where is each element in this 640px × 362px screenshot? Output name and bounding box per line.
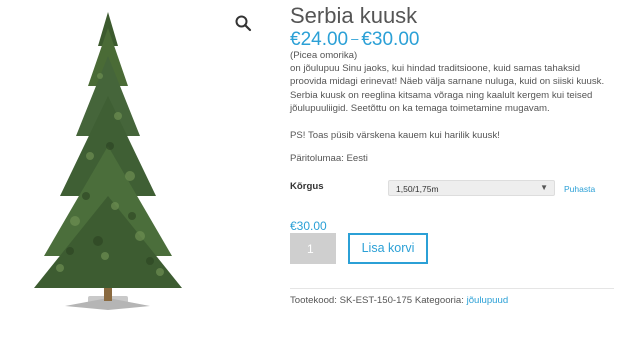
category-link[interactable]: jõulupuud [467, 295, 509, 306]
product-gallery [0, 0, 270, 362]
price-range: €24.00– €30.00 [290, 29, 419, 51]
price-max: €30.00 [361, 29, 420, 50]
product-meta: Tootekood: SK-EST-150-175 Kategooria: jõ… [290, 295, 508, 306]
origin-text: Päritolumaa: Eesti [290, 153, 368, 164]
sku-value: SK-EST-150-175 [339, 295, 413, 306]
description-text: on jõulupuu Sinu jaoks, kui hindad tradi… [290, 63, 605, 114]
variation-label: Kõrgus [290, 181, 324, 192]
sku-label: Tootekood: [290, 295, 337, 306]
add-to-cart-button[interactable]: Lisa korvi [348, 233, 428, 264]
quantity-input[interactable]: 1 [290, 233, 336, 264]
selected-price: €30.00 [290, 219, 327, 233]
price-separator: – [351, 31, 359, 46]
latin-name: (Picea omorika) [290, 50, 358, 61]
category-label: Kategooria: [414, 295, 464, 306]
freshness-note: PS! Toas püsib värskena kauem kui harili… [290, 130, 500, 141]
height-select-value: 1,50/1,75m [396, 184, 439, 194]
product-description: (Picea omorika) on jõulupuu Sinu jaoks, … [290, 49, 614, 115]
reset-variation-link[interactable]: Puhasta [564, 184, 595, 194]
chevron-down-icon: ▼ [540, 183, 548, 192]
product-title: Serbia kuusk [290, 3, 418, 28]
price-min: €24.00 [290, 29, 349, 50]
search-icon[interactable] [234, 14, 252, 32]
divider [290, 288, 614, 289]
height-select[interactable]: 1,50/1,75m ▼ [388, 180, 555, 196]
product-image[interactable] [20, 6, 200, 326]
